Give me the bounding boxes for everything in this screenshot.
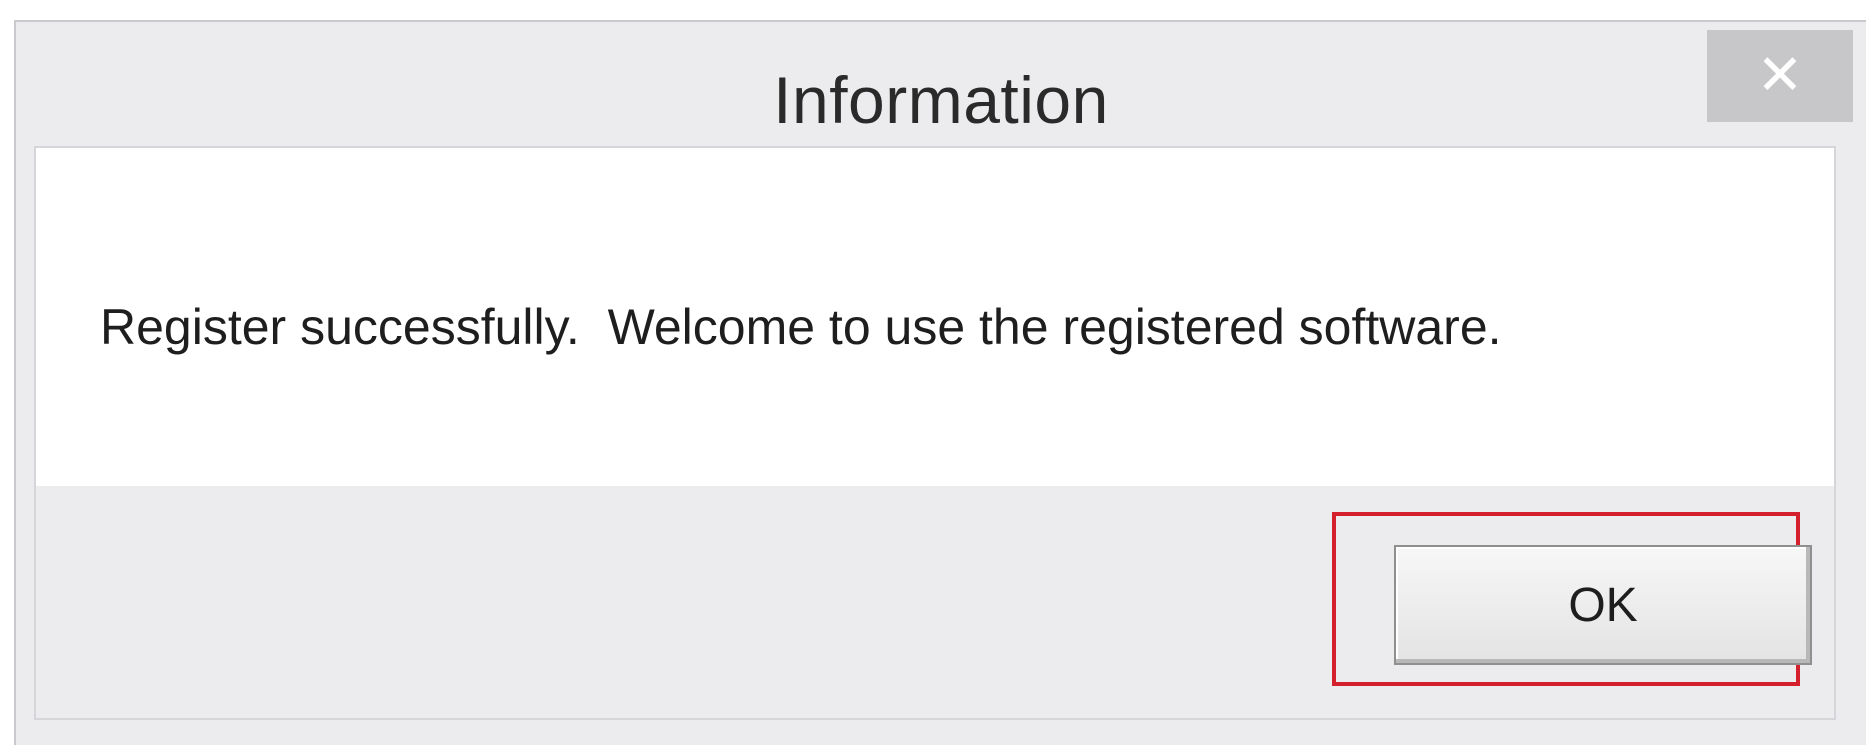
dialog-title: Information (773, 63, 1109, 137)
close-button[interactable]: ✕ (1707, 30, 1853, 122)
close-icon: ✕ (1756, 43, 1804, 108)
message-area: Register successfully. Welcome to use th… (36, 148, 1834, 486)
dialog-message: Register successfully. Welcome to use th… (100, 299, 1502, 355)
ok-button[interactable]: OK (1394, 545, 1812, 665)
